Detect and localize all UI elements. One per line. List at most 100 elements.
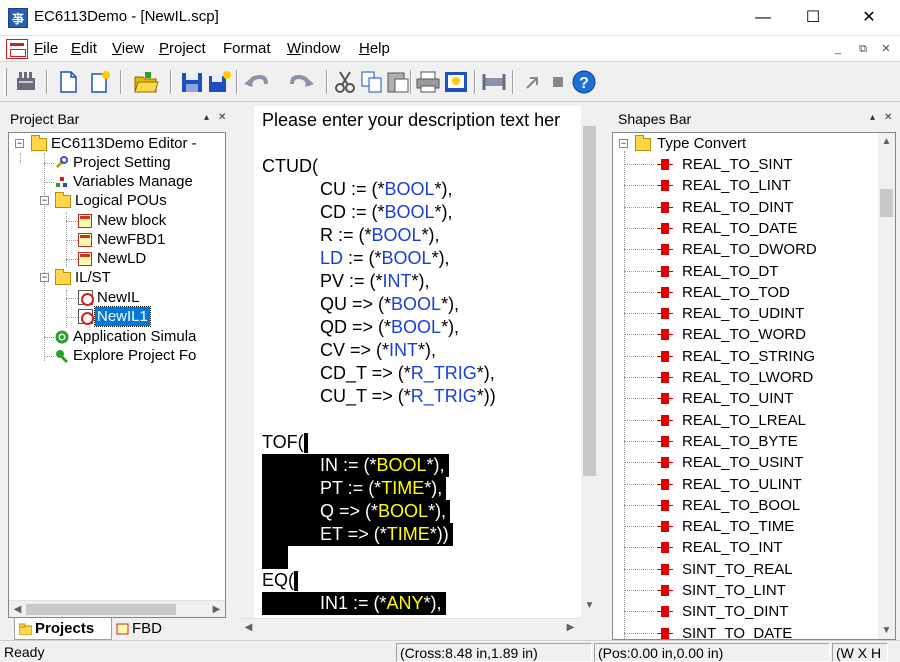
tree-item-newld[interactable]: NewLD [9,249,225,268]
shape-item[interactable]: REAL_TO_DT [613,261,875,282]
shape-item[interactable]: REAL_TO_LINT [613,175,875,196]
preview-icon[interactable] [442,68,470,96]
scroll-left-icon[interactable]: ◀ [240,619,257,636]
scroll-up-icon[interactable]: ▲ [878,133,895,150]
shape-item[interactable]: REAL_TO_UINT [613,388,875,409]
scroll-left-icon[interactable]: ◀ [9,601,26,617]
cut-icon[interactable] [332,68,360,96]
copy-icon[interactable] [358,68,386,96]
maximize-button[interactable]: ☐ [790,0,836,36]
menu-file[interactable]: File [34,40,58,57]
shapes-group-type-convert[interactable]: − Type Convert [613,133,875,154]
shape-item[interactable]: REAL_TO_LREAL [613,410,875,431]
tree-item-root[interactable]: − EC6113Demo Editor - [9,134,225,153]
shape-item[interactable]: REAL_TO_USINT [613,452,875,473]
scroll-right-icon[interactable]: ▶ [562,619,579,636]
project-tree-hscrollbar[interactable]: ◀ ▶ [9,600,225,617]
tree-item-variables-manager[interactable]: Variables Manage [9,172,225,191]
undo-icon[interactable] [242,68,270,96]
collapse-icon[interactable]: − [40,196,49,205]
block-icon [78,252,92,266]
tree-item-label: Logical POUs [75,192,167,209]
shape-item[interactable]: REAL_TO_WORD [613,324,875,345]
compile-icon[interactable] [480,68,508,96]
shape-item[interactable]: REAL_TO_ULINT [613,474,875,495]
shape-item[interactable]: SINT_TO_REAL [613,559,875,580]
scroll-thumb[interactable] [880,189,893,217]
shape-item[interactable]: REAL_TO_LWORD [613,367,875,388]
tree-item-new-block[interactable]: New block [9,211,225,230]
new-item-icon[interactable] [86,68,114,96]
tab-fbd-components[interactable]: FBD Compone [112,618,226,640]
tree-item-newil[interactable]: NewIL [9,288,225,307]
shape-item[interactable]: REAL_TO_INT [613,537,875,558]
shape-item[interactable]: REAL_TO_BYTE [613,431,875,452]
save-all-icon[interactable] [206,68,234,96]
mdi-restore-button[interactable]: ⧉ [855,41,871,57]
app-icon[interactable]: 亊 [8,8,28,28]
menu-help[interactable]: Help [359,40,390,57]
code-text-area[interactable]: Please enter your description text her CT… [254,106,584,618]
shape-item[interactable]: REAL_TO_STRING [613,346,875,367]
scroll-down-icon[interactable]: ▼ [878,622,895,639]
tree-item-newil1[interactable]: NewIL1 [9,306,225,327]
plc-icon[interactable] [12,68,40,96]
save-icon[interactable] [178,68,206,96]
shape-item[interactable]: SINT_TO_DINT [613,601,875,622]
function-block-icon [657,286,673,298]
tree-item-application-simulation[interactable]: Application Simula [9,327,225,346]
redo-icon[interactable] [288,68,316,96]
new-file-icon[interactable] [54,68,82,96]
collapse-icon[interactable]: − [40,273,49,282]
scroll-down-icon[interactable]: ▼ [581,597,598,614]
shapes-bar-pin[interactable]: ▴ [870,112,875,123]
menu-window[interactable]: Window [287,40,340,57]
debug-icon[interactable] [518,68,546,96]
tree-item-newfbd1[interactable]: NewFBD1 [9,230,225,249]
tree-item-explore-project-folder[interactable]: Explore Project Fo [9,346,225,365]
toolbar-grip[interactable] [4,68,7,96]
print-icon[interactable] [414,68,442,96]
mdi-close-button[interactable]: ✕ [878,41,894,57]
shape-item[interactable]: SINT_TO_DATE [613,623,875,639]
menu-view[interactable]: View [112,40,144,57]
tab-projects[interactable]: Projects [14,618,112,640]
collapse-icon[interactable]: − [15,139,24,148]
mdi-minimize-button[interactable]: _ [830,41,846,57]
code-text: EQ( [262,570,295,590]
code-text: CV => (* [320,340,390,360]
tree-item-logical-pous[interactable]: − Logical POUs [9,191,225,210]
minimize-button[interactable]: — [740,0,786,36]
editor-hscrollbar[interactable]: ◀ ▶ [240,618,581,635]
document-menu-icon[interactable] [6,39,28,59]
code-line: PV := (*INT*), [262,270,430,293]
scroll-right-icon[interactable]: ▶ [208,601,225,617]
scroll-thumb[interactable] [583,126,596,476]
menu-edit[interactable]: Edit [71,40,97,57]
help-icon[interactable]: ? [570,68,598,96]
menu-format[interactable]: Format [223,40,271,57]
shape-item[interactable]: SINT_TO_LINT [613,580,875,601]
shapes-vscrollbar[interactable]: ▲ ▼ [878,133,895,639]
shape-item[interactable]: REAL_TO_BOOL [613,495,875,516]
paste-icon[interactable] [384,68,412,96]
shape-item[interactable]: REAL_TO_DWORD [613,239,875,260]
shape-item[interactable]: REAL_TO_DINT [613,197,875,218]
editor-vscrollbar[interactable]: ▼ [581,106,598,618]
stop-icon[interactable] [544,68,572,96]
tree-item-project-setting[interactable]: Project Setting [9,153,225,172]
project-bar-close[interactable]: ✕ [218,112,226,123]
shapes-bar-close[interactable]: ✕ [884,112,892,123]
open-icon[interactable] [132,68,160,96]
close-button[interactable]: ✕ [846,0,892,36]
collapse-icon[interactable]: − [619,139,628,148]
menu-project[interactable]: Project [159,40,206,57]
shape-item[interactable]: REAL_TO_SINT [613,154,875,175]
shape-item[interactable]: REAL_TO_TIME [613,516,875,537]
scroll-thumb[interactable] [26,604,176,615]
project-bar-pin[interactable]: ▴ [204,112,209,123]
shape-item[interactable]: REAL_TO_UDINT [613,303,875,324]
tree-item-il-st[interactable]: − IL/ST [9,268,225,287]
shape-item[interactable]: REAL_TO_TOD [613,282,875,303]
shape-item[interactable]: REAL_TO_DATE [613,218,875,239]
